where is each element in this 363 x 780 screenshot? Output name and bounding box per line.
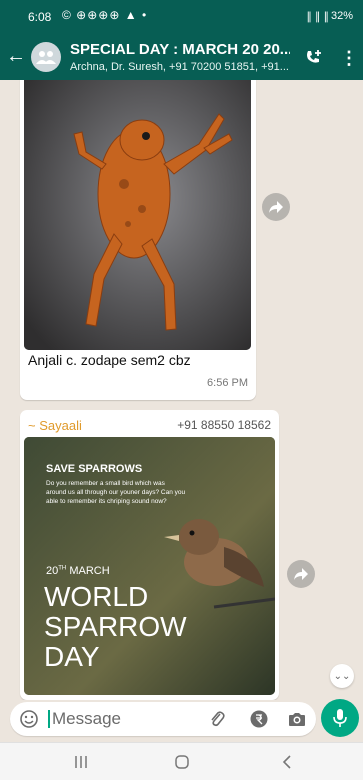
signal-icons: ∥ ∥ ∥ xyxy=(306,11,329,23)
status-time: 6:08 xyxy=(28,10,52,24)
chat-header: ← SPECIAL DAY : MARCH 20 20... Archna, D… xyxy=(0,34,363,80)
mic-button[interactable] xyxy=(321,699,359,737)
message-caption: Anjali c. zodape sem2 cbz xyxy=(28,352,191,368)
poster-date-sup: TH xyxy=(58,565,67,572)
poster-line1: WORLD xyxy=(44,581,149,612)
paperclip-icon xyxy=(211,711,225,727)
chevron-left-icon xyxy=(282,755,291,769)
more-vertical-icon: ⋮ xyxy=(340,47,358,68)
poster-heading: SAVE SPARROWS xyxy=(46,463,143,475)
sender-phone: +91 88550 18562 xyxy=(177,418,271,432)
message-image-poster[interactable]: SAVE SPARROWS Do you remember a small bi… xyxy=(24,437,275,695)
message-bubble[interactable]: ~ Sayaali +91 88550 18562 SAVE SPARROWS … xyxy=(20,410,279,700)
group-avatar[interactable] xyxy=(31,42,61,72)
home-button[interactable] xyxy=(171,751,193,773)
camera-icon xyxy=(289,713,305,726)
add-call-icon xyxy=(307,50,321,63)
forward-button[interactable] xyxy=(287,560,315,588)
poster-line3: DAY xyxy=(44,641,100,672)
forward-icon xyxy=(294,568,308,580)
attach-button[interactable] xyxy=(208,710,226,728)
message-image-frog[interactable] xyxy=(24,80,251,350)
group-title[interactable]: SPECIAL DAY : MARCH 20 20... xyxy=(70,41,290,58)
group-members[interactable]: Archna, Dr. Suresh, +91 70200 51851, +91… xyxy=(70,61,290,73)
forward-icon xyxy=(269,201,283,213)
scroll-down-button[interactable]: ⌄⌄ xyxy=(330,664,354,688)
recents-icon xyxy=(75,756,87,768)
group-icon xyxy=(36,51,56,64)
microphone-icon xyxy=(333,709,347,727)
emoji-button[interactable] xyxy=(20,710,38,728)
home-icon xyxy=(175,755,189,769)
chat-area[interactable]: Anjali c. zodape sem2 cbz 6:56 PM ~ Saya… xyxy=(0,80,363,700)
sender-name[interactable]: ~ Sayaali xyxy=(28,418,82,433)
back-arrow-icon[interactable]: ← xyxy=(6,46,26,66)
notification-icons: © ⊕⊕⊕⊕ ▲ • xyxy=(62,8,148,22)
poster-body: Do you remember a small bird which was a… xyxy=(46,480,186,505)
poster-line2: SPARROW xyxy=(44,611,187,642)
double-chevron-down-icon: ⌄⌄ xyxy=(333,670,351,682)
message-bubble[interactable]: Anjali c. zodape sem2 cbz 6:56 PM xyxy=(20,80,256,400)
poster-date: 20TH MARCH xyxy=(46,565,110,577)
add-call-button[interactable] xyxy=(302,46,326,70)
menu-button[interactable]: ⋮ xyxy=(337,46,361,70)
nav-back-button[interactable] xyxy=(276,751,298,773)
emoji-icon xyxy=(20,710,38,728)
message-input[interactable] xyxy=(52,708,192,730)
camera-button[interactable] xyxy=(288,710,306,728)
message-composer xyxy=(10,702,316,736)
poster-date-num: 20 xyxy=(46,565,59,577)
forward-button[interactable] xyxy=(262,193,290,221)
payment-button[interactable] xyxy=(250,710,268,728)
battery-indicator: 32% xyxy=(331,10,354,22)
rupee-icon xyxy=(250,710,268,728)
recent-apps-button[interactable] xyxy=(70,751,92,773)
poster-date-month: MARCH xyxy=(69,565,110,577)
status-bar: 6:08 © ⊕⊕⊕⊕ ▲ • ∥ ∥ ∥ 32% xyxy=(0,0,363,34)
text-cursor xyxy=(48,710,50,728)
message-time: 6:56 PM xyxy=(207,377,248,389)
system-nav-bar xyxy=(0,742,363,780)
